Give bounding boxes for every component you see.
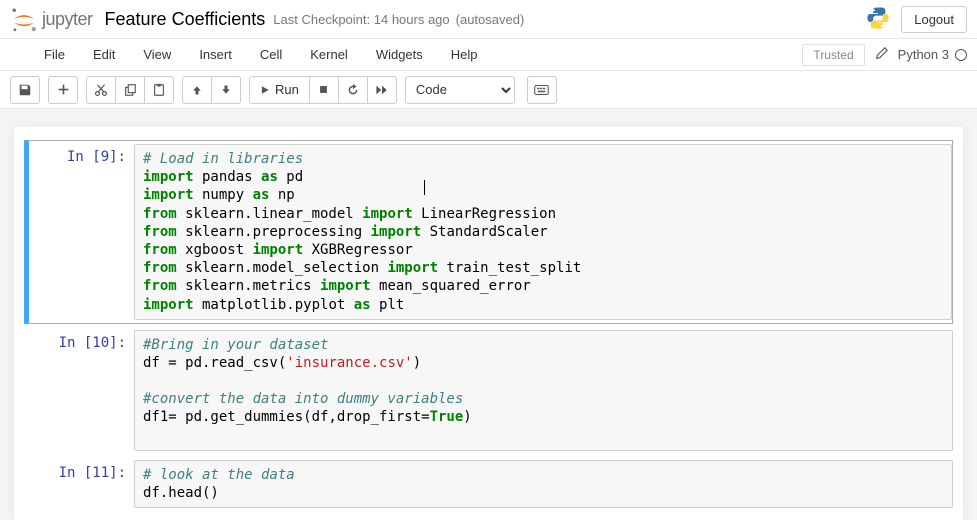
code-cell[interactable]: In [11]:# look at the data df.head() [24,457,953,511]
kernel-indicator: Python 3 [898,47,967,62]
code-cell[interactable]: In [9]:# Load in libraries import pandas… [24,140,953,324]
code-input[interactable]: #Bring in your dataset df = pd.read_csv(… [134,330,953,451]
pencil-icon[interactable] [875,47,888,63]
cell-type-select[interactable]: Code [405,76,515,104]
move-down-button[interactable] [211,76,241,104]
jupyter-logo-text: jupyter [42,9,93,30]
autosaved-text: (autosaved) [456,12,525,27]
save-button[interactable] [10,76,40,104]
header: jupyter Feature Coefficients Last Checkp… [0,0,977,39]
cut-button[interactable] [86,76,116,104]
menu-cell[interactable]: Cell [246,41,296,68]
paste-button[interactable] [144,76,174,104]
notebook: In [9]:# Load in libraries import pandas… [14,127,963,520]
code-cell[interactable]: In [10]:#Bring in your dataset df = pd.r… [24,327,953,454]
checkpoint-text: Last Checkpoint: 14 hours ago [273,12,449,27]
copy-button[interactable] [115,76,145,104]
menu-kernel[interactable]: Kernel [296,41,362,68]
menu-help[interactable]: Help [437,41,492,68]
restart-run-all-button[interactable] [367,76,397,104]
command-palette-button[interactable] [527,76,557,104]
input-prompt: In [9]: [29,144,134,320]
run-label: Run [275,82,299,97]
trusted-indicator[interactable]: Trusted [802,44,864,66]
input-prompt: In [11]: [24,460,134,508]
code-input[interactable]: # look at the data df.head() [134,460,953,508]
notebook-name[interactable]: Feature Coefficients [105,9,266,30]
input-prompt: In [10]: [24,330,134,451]
move-up-button[interactable] [182,76,212,104]
kernel-name: Python 3 [898,47,949,62]
code-input[interactable]: # Load in libraries import pandas as pd … [134,144,952,320]
menu-insert[interactable]: Insert [185,41,246,68]
python-logo-icon [865,5,891,34]
text-cursor [424,180,425,195]
menubar: FileEditViewInsertCellKernelWidgetsHelp … [0,39,977,71]
menu-edit[interactable]: Edit [79,41,129,68]
run-button[interactable]: Run [249,76,310,104]
notebook-container: In [9]:# Load in libraries import pandas… [0,109,977,520]
menu-file[interactable]: File [30,41,79,68]
interrupt-button[interactable] [309,76,339,104]
jupyter-logo[interactable]: jupyter [10,6,93,34]
menu-view[interactable]: View [129,41,185,68]
menu-widgets[interactable]: Widgets [362,41,437,68]
insert-cell-button[interactable] [48,76,78,104]
restart-button[interactable] [338,76,368,104]
toolbar: Run Code [0,71,977,109]
logout-button[interactable]: Logout [901,6,967,33]
kernel-idle-icon [955,49,967,61]
